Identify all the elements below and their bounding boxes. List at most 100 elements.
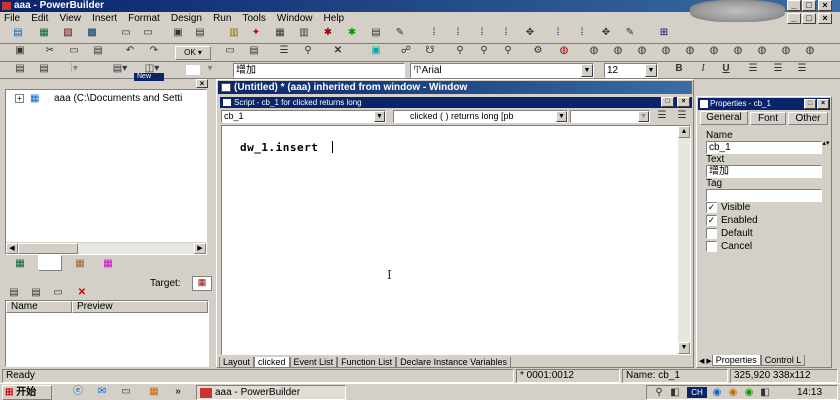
ancestor-combo[interactable]: ▼ [570,110,650,123]
properties-icon[interactable]: ▤ [246,44,262,58]
script-maximize-button[interactable]: □ [661,97,674,107]
default-checkbox[interactable]: Default [706,228,753,239]
quicklaunch-pb-icon[interactable]: ▦ [146,385,162,399]
script-close-button[interactable]: × [677,97,690,107]
dw-icon[interactable]: ⁞ [550,26,566,40]
objects-icon[interactable]: ◍ [802,44,818,58]
code-line[interactable]: dw_1.insert [240,141,318,154]
font-combo[interactable]: ͲArial ▼ [410,63,594,78]
ie-icon[interactable]: ⓔ [70,385,86,399]
control-dropdown-button[interactable]: OK ▾ [175,46,211,60]
stop-icon[interactable]: ◍ [556,44,572,58]
chevron-icon[interactable]: » [170,385,186,399]
target-icon[interactable]: ▣ [170,26,186,40]
watch-icon[interactable]: ◍ [682,44,698,58]
menu-insert[interactable]: Insert [88,12,121,26]
cut-icon[interactable]: ✂ [42,44,58,58]
minimize-button[interactable]: _ [787,0,801,11]
output-tool2-icon[interactable]: ▤ [28,286,44,300]
tab-declare-instance[interactable]: Declare Instance Variables [396,357,511,367]
tray-app-icon[interactable]: ◉ [725,386,741,400]
library-icon[interactable]: ▩ [84,26,100,40]
align-right-icon[interactable]: ☰ [794,62,810,76]
properties-close-button[interactable]: × [817,99,829,109]
tab-control-list[interactable]: Control L [760,355,806,366]
col-name-header[interactable]: Name [6,301,72,313]
undo-icon[interactable]: ↶ [122,44,138,58]
font-size-combo[interactable]: 12 ▼ [604,63,658,78]
tray-qq-icon[interactable]: ◉ [709,386,725,400]
breakpoint-icon[interactable]: ◍ [778,44,794,58]
preview-icon[interactable]: ▣ [368,44,384,58]
tree-tab1-icon[interactable]: ▦ [12,257,28,271]
stack-icon[interactable]: ◍ [754,44,770,58]
step-in-icon[interactable]: ◍ [610,44,626,58]
tab-layout[interactable]: Layout [219,357,255,367]
space-icon[interactable]: ⁞ [450,26,466,40]
search-icon[interactable]: ⚲ [300,44,316,58]
prop-scroll-left-icon[interactable]: ◀ ▶ [699,358,712,365]
database-icon[interactable]: ▦ [272,26,288,40]
menu-design[interactable]: Design [167,12,206,26]
deploy-icon[interactable]: ▤ [368,26,384,40]
delete-icon[interactable]: ✕ [330,44,346,58]
query-icon[interactable]: ⁞ [574,26,590,40]
menu-tools[interactable]: Tools [238,12,269,26]
enabled-checkbox[interactable]: ✓ Enabled [706,215,758,226]
list-icon[interactable]: ☰ [276,44,292,58]
text-combo[interactable]: 增加 [233,63,405,78]
tree-tab4-icon[interactable]: ▦ [100,257,116,271]
tree-tab2-button[interactable] [38,255,62,271]
menu-format[interactable]: Format [124,12,164,26]
tree-close-button[interactable]: × [196,79,208,88]
paste-icon[interactable]: ▤ [90,44,106,58]
open-icon[interactable]: ▧ [60,26,76,40]
tree-item-workspace[interactable]: aaa (C:\Documents and Setti [54,93,182,104]
size-icon[interactable]: ⁞ [474,26,490,40]
outlook-icon[interactable]: ✉ [94,385,110,399]
tray-search-icon[interactable]: ⚲ [651,386,667,400]
visible-checkbox[interactable]: ✓ Visible [706,202,750,213]
exit-icon[interactable]: ⊞ [656,26,672,40]
align-dropdown-icon[interactable]: ⁞▾ [66,62,82,76]
menu-run[interactable]: Run [209,12,235,26]
menu-edit[interactable]: Edit [27,12,52,26]
event-combo[interactable]: clicked ( ) returns long [pb ▼ [393,110,568,123]
globals-icon[interactable]: ◍ [730,44,746,58]
italic-button[interactable]: I [695,62,711,76]
layer2-icon[interactable]: ▤ [36,62,52,76]
comment-icon[interactable]: ☍ [398,44,414,58]
goto-icon[interactable]: ⚲ [500,44,516,58]
step-icon[interactable]: ◍ [586,44,602,58]
child-minimize-button[interactable]: _ [787,13,801,24]
grid-icon[interactable]: ⁞ [498,26,514,40]
menu-help[interactable]: Help [320,12,349,26]
task-powerbuilder[interactable]: aaa - PowerBuilder [196,385,346,400]
tab-other[interactable]: Other [788,112,828,125]
color-swatch[interactable] [186,65,200,75]
tray-network-icon[interactable]: ◧ [667,386,683,400]
building-icon[interactable]: ▥ [296,26,312,40]
output-tool3-icon[interactable]: ▭ [50,286,66,300]
col-preview-header[interactable]: Preview [72,301,208,313]
pipeline-icon[interactable]: ✥ [598,26,614,40]
uncomment-icon[interactable]: ☋ [422,44,438,58]
align-center-icon[interactable]: ☰ [770,62,786,76]
save-icon[interactable]: ▣ [12,44,28,58]
properties-maximize-button[interactable]: □ [804,99,816,109]
script-list-icon[interactable]: ☰ [654,110,670,122]
script-list2-icon[interactable]: ☰ [674,110,690,122]
compile-icon[interactable]: ⚙ [530,44,546,58]
tag-field[interactable] [706,189,822,202]
window-icon[interactable]: ▭ [118,26,134,40]
output-clear-icon[interactable]: ✕ [74,286,90,300]
replace-icon[interactable]: ⚲ [476,44,492,58]
code-editor[interactable]: dw_1.insert I ▲ ▼ [221,125,691,355]
bold-button[interactable]: B [671,62,687,76]
browser-icon[interactable]: ✱ [344,26,360,40]
tab-order-icon[interactable]: ✥ [522,26,538,40]
code-vscrollbar[interactable]: ▲ ▼ [678,126,690,354]
layout-dropdown-icon[interactable]: ▤▾ [112,62,128,76]
tab-font[interactable]: Font [750,112,786,125]
name-field[interactable]: cb_1 [706,141,822,154]
